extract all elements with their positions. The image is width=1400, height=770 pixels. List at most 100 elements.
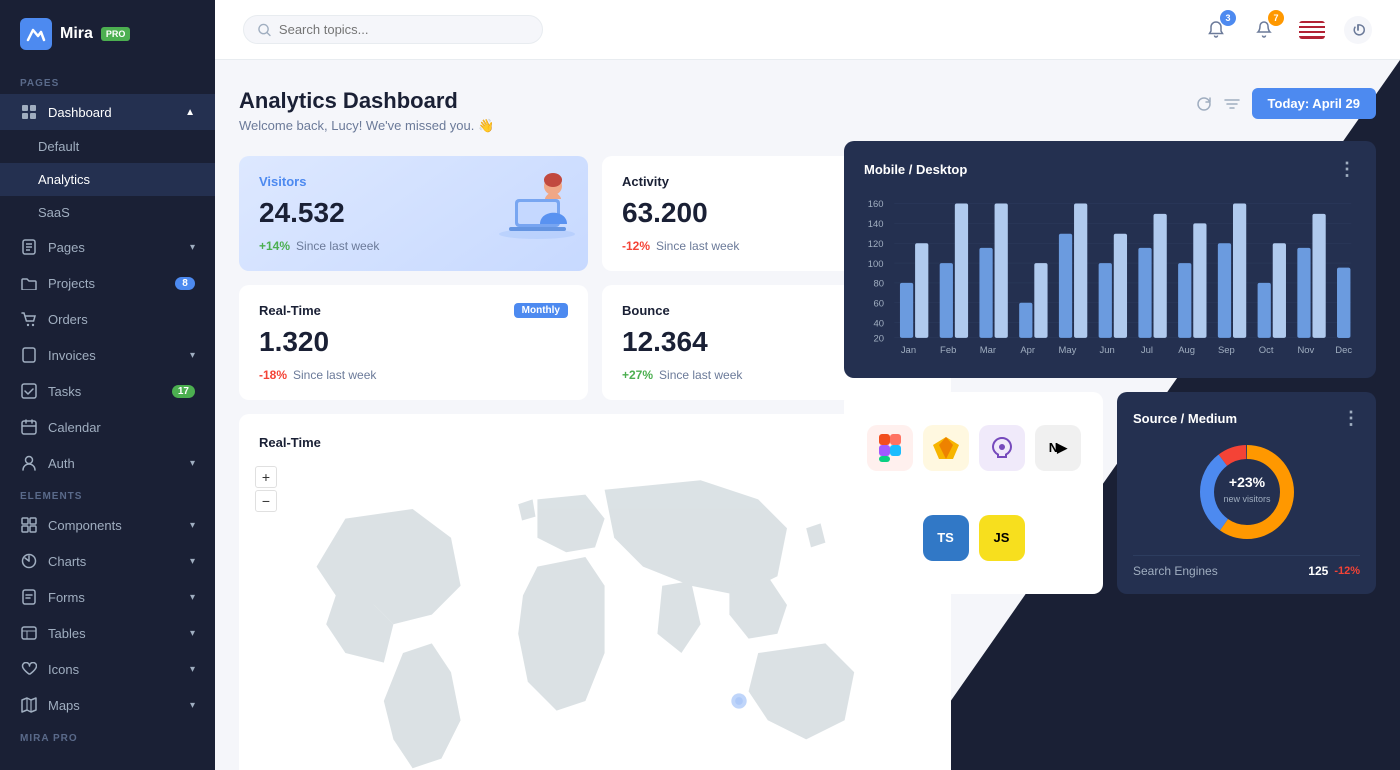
search-engines-values: 125 -12% [1308,564,1360,578]
chevron-down-icon-pages: ▾ [190,242,195,253]
mobile-desktop-title: Mobile / Desktop [864,162,967,177]
sidebar-label-dashboard: Dashboard [48,105,112,120]
table-icon [20,624,38,642]
sidebar-label-components: Components [48,518,122,533]
realtime-since: Since last week [293,368,376,382]
svg-text:Mar: Mar [980,345,996,355]
sidebar-item-auth[interactable]: Auth ▾ [0,445,215,481]
chevron-down-icon-forms: ▾ [190,592,195,603]
search-box[interactable] [243,15,543,44]
sidebar-item-charts[interactable]: Charts ▾ [0,543,215,579]
form-icon [20,588,38,606]
map-icon [20,696,38,714]
sidebar-item-default[interactable]: Default [0,130,215,163]
sidebar-label-tables: Tables [48,626,86,641]
bounce-change: +27% [622,368,653,382]
power-button[interactable] [1344,16,1372,44]
mobile-desktop-header: Mobile / Desktop ⋮ [864,159,1356,180]
map-controls: + − [255,466,277,512]
sidebar-item-icons[interactable]: Icons ▾ [0,651,215,687]
main-area: 3 7 [215,0,1400,770]
sidebar-label-charts: Charts [48,554,86,569]
notifications-icon[interactable]: 3 [1200,14,1232,46]
sidebar-item-pages[interactable]: Pages ▾ [0,229,215,265]
search-input[interactable] [279,22,528,37]
sidebar-label-analytics: Analytics [38,172,90,187]
mobile-desktop-more[interactable]: ⋮ [1338,159,1356,180]
sidebar-item-projects[interactable]: Projects 8 [0,265,215,301]
sidebar-item-tables[interactable]: Tables ▾ [0,615,215,651]
donut-wrap: +23% new visitors [1133,437,1360,547]
mobile-desktop-chart: 160 140 120 100 80 60 40 20 [864,194,1356,355]
chevron-down-icon-icons: ▾ [190,664,195,675]
bell-icon[interactable]: 7 [1248,14,1280,46]
component-icon [20,516,38,534]
search-icon [258,23,271,37]
section-mira-pro: MIRA PRO [0,723,215,749]
search-engines-row: Search Engines 125 -12% [1133,555,1360,578]
sidebar-label-pages: Pages [48,240,85,255]
logo-text: Mira [60,25,93,43]
svg-text:20: 20 [873,334,884,345]
map-zoom-out[interactable]: − [255,490,277,512]
svg-text:Jul: Jul [1141,345,1153,355]
map-title: Real-Time [259,435,321,450]
projects-badge: 8 [175,277,195,290]
activity-change: -12% [622,239,650,253]
chevron-down-icon-tables: ▾ [190,628,195,639]
sidebar-item-orders[interactable]: Orders [0,301,215,337]
notif-badge-1: 3 [1220,10,1236,26]
javascript-logo: JS [979,515,1025,561]
search-engines-val: 125 [1308,564,1328,578]
sidebar-item-invoices[interactable]: Invoices ▾ [0,337,215,373]
svg-text:new visitors: new visitors [1223,494,1271,504]
sidebar-label-auth: Auth [48,456,75,471]
filter-icon[interactable] [1224,98,1240,110]
bounce-since: Since last week [659,368,742,382]
sidebar-label-projects: Projects [48,276,95,291]
notif-badge-2: 7 [1268,10,1284,26]
svg-text:160: 160 [868,199,884,210]
sidebar-item-maps[interactable]: Maps ▾ [0,687,215,723]
file-icon [20,238,38,256]
sidebar-item-components[interactable]: Components ▾ [0,507,215,543]
visitors-card: Visitors [239,156,588,271]
svg-text:120: 120 [868,239,884,250]
sidebar-item-forms[interactable]: Forms ▾ [0,579,215,615]
mobile-desktop-card: Mobile / Desktop ⋮ 160 140 120 100 80 60… [844,141,1376,378]
flag-icon[interactable] [1296,14,1328,46]
chevron-down-icon-charts: ▾ [190,556,195,567]
calendar-icon [20,418,38,436]
user-icon [20,454,38,472]
tech-logos-card: N▶ TS JS [844,392,1103,594]
redux-logo [979,425,1025,471]
doc-icon [20,346,38,364]
source-more-icon[interactable]: ⋮ [1342,408,1360,429]
svg-text:100: 100 [868,259,884,270]
svg-text:80: 80 [873,279,884,290]
map-zoom-in[interactable]: + [255,466,277,488]
sidebar-item-analytics[interactable]: Analytics [0,163,215,196]
nextjs-logo: N▶ [1035,425,1081,471]
search-engines-label: Search Engines [1133,564,1218,578]
sidebar-item-calendar[interactable]: Calendar [0,409,215,445]
sidebar-item-saas[interactable]: SaaS [0,196,215,229]
activity-since: Since last week [656,239,739,253]
sidebar-item-tasks[interactable]: Tasks 17 [0,373,215,409]
refresh-icon[interactable] [1196,96,1212,112]
page-title-area: Analytics Dashboard Welcome back, Lucy! … [239,88,494,134]
content-wrapper: Analytics Dashboard Welcome back, Lucy! … [215,60,1400,770]
header-right: 3 7 [1200,14,1372,46]
chevron-down-icon: ▲ [185,107,195,118]
svg-text:Apr: Apr [1020,345,1035,355]
svg-text:40: 40 [873,318,884,329]
section-elements: ELEMENTS [0,481,215,507]
svg-text:Dec: Dec [1335,345,1352,355]
realtime-footer: -18% Since last week [259,368,568,382]
today-button[interactable]: Today: April 29 [1252,88,1376,119]
chevron-down-icon-components: ▾ [190,520,195,531]
tasks-badge: 17 [172,385,195,398]
pro-badge: PRO [101,27,131,41]
donut-chart: +23% new visitors [1192,437,1302,547]
sidebar-item-dashboard[interactable]: Dashboard ▲ [0,94,215,130]
